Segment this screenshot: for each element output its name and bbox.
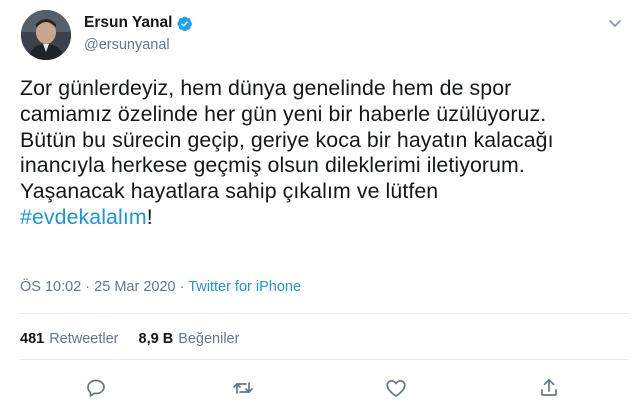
likes-label: Beğeniler [178,331,240,347]
tweet-text-line-last: #evdekalalım! [20,205,630,231]
hashtag-link[interactable]: #evdekalalım [20,205,147,229]
verified-badge-icon [176,15,193,32]
meta-separator: · [175,279,189,295]
tweet-source-link[interactable]: Twitter for iPhone [188,279,301,295]
tweet-text-line: Yaşanacak hayatlara sahip çıkalım ve lüt… [20,179,439,204]
heart-icon[interactable] [384,376,408,400]
tweet-stats: 481 Retweetler 8,9 B Beğeniler [20,331,259,347]
display-name[interactable]: Ersun Yanal [84,14,172,32]
retweets-label: Retweetler [49,331,119,347]
likes-count: 8,9 B [138,331,174,347]
chevron-down-icon[interactable] [606,14,624,32]
tweet-time[interactable]: ÖS 10:02 [20,279,81,295]
tweet-text-line: Bütün bu sürecin geçip, geriye koca bir … [20,127,554,152]
tweet-meta: ÖS 10:02 · 25 Mar 2020 · Twitter for iPh… [20,279,301,295]
user-handle[interactable]: @ersunyanal [84,37,170,53]
tweet-card: Ersun Yanal @ersunyanal Zor günlerdeyiz,… [0,0,640,410]
meta-separator: · [81,279,95,295]
divider [20,359,628,360]
avatar[interactable] [21,10,71,60]
tweet-text-trailing: ! [146,204,153,229]
tweet-text-line: inancıyla herkese geçmiş olsun dilekleri… [20,153,525,178]
retweet-icon[interactable] [231,376,255,400]
share-icon[interactable] [537,376,561,400]
tweet-date[interactable]: 25 Mar 2020 [94,279,175,295]
tweet-text: Zor günlerdeyiz, hem dünya genelinde hem… [20,76,630,231]
likes-stat[interactable]: 8,9 B Beğeniler [139,331,240,347]
retweets-stat[interactable]: 481 Retweetler [20,331,119,347]
tweet-text-line: Zor günlerdeyiz, hem dünya genelinde hem… [20,76,512,100]
name-row: Ersun Yanal [84,14,193,32]
tweet-text-line: camiamız özelinde her gün yeni bir haber… [20,101,547,126]
action-bar [0,376,640,402]
reply-icon[interactable] [84,376,108,400]
retweets-count: 481 [20,331,45,347]
divider [20,313,628,314]
